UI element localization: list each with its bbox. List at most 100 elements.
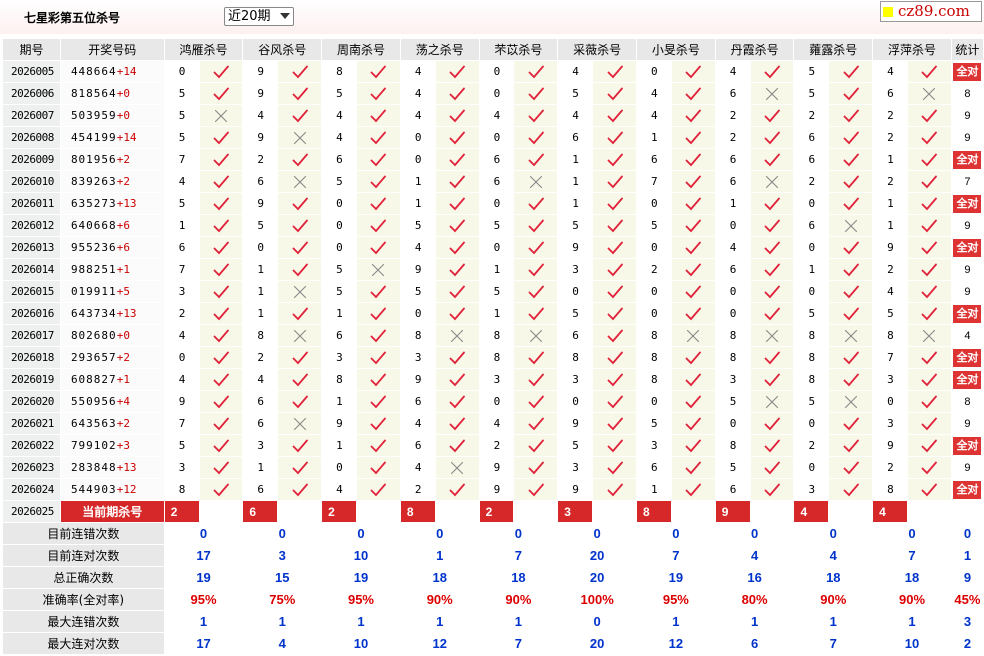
- current-kill-number: 6: [242, 500, 279, 523]
- result-mark-cell: [670, 478, 716, 501]
- result-mark-cell: [907, 236, 952, 259]
- kill-number-cell: 0: [714, 214, 751, 237]
- check-icon: [213, 175, 229, 188]
- result-mark-cell: [907, 368, 952, 391]
- kill-number-cell: 4: [399, 412, 436, 435]
- stat-cell: 全对: [950, 302, 984, 325]
- check-icon: [764, 263, 780, 276]
- check-icon: [528, 461, 544, 474]
- stats-value: 0: [557, 610, 637, 633]
- kill-number-cell: 5: [242, 214, 279, 237]
- check-icon: [922, 131, 938, 144]
- check-icon: [607, 175, 623, 188]
- stat-cell: 9: [950, 104, 984, 127]
- current-kill-number: 3: [557, 500, 594, 523]
- kill-number-cell: 3: [793, 478, 830, 501]
- stats-row: 最大连错次数 1 1 1 1 1 0 1 1 1 1 3: [2, 610, 984, 633]
- kill-number-cell: 1: [163, 214, 200, 237]
- result-mark-cell: [670, 390, 716, 413]
- draw-number-cell: 802680+0: [59, 324, 165, 347]
- result-mark-cell: [356, 324, 401, 347]
- stats-value: 90%: [478, 588, 559, 611]
- draw-number-cell: 988251+1: [59, 258, 165, 281]
- current-kill-number: 8: [399, 500, 436, 523]
- kill-number-cell: 7: [163, 148, 200, 171]
- check-icon: [607, 241, 623, 254]
- table-row: 2026006 818564+0 5 9 5 4 0 5 4 6 5 6 8: [2, 82, 984, 105]
- result-mark-cell: [670, 148, 716, 171]
- result-mark-cell: [828, 192, 874, 215]
- check-icon: [922, 461, 938, 474]
- period-cell: 2026006: [2, 82, 61, 105]
- site-logo[interactable]: cz89.com: [880, 1, 982, 22]
- check-icon: [685, 439, 702, 452]
- check-icon: [607, 483, 623, 496]
- result-mark-cell: [749, 126, 795, 149]
- period-cell: 2026005: [2, 60, 61, 83]
- draw-digits: 448664: [70, 65, 117, 78]
- stats-value: 1: [793, 610, 874, 633]
- kill-number-cell: 6: [636, 148, 672, 171]
- check-icon: [685, 241, 702, 254]
- period-select[interactable]: 近20期: [224, 7, 294, 26]
- check-icon: [213, 219, 229, 232]
- table-row: 2026009 801956+2 7 2 6 0 6 1 6 6 6 1 全对: [2, 148, 984, 171]
- draw-digits: 503959: [70, 109, 117, 122]
- stats-value: 1: [399, 544, 480, 567]
- result-mark-cell: [592, 192, 637, 215]
- result-mark-cell: [356, 390, 401, 413]
- kill-number-cell: 1: [557, 170, 594, 193]
- kill-number-cell: 9: [872, 236, 909, 259]
- result-mark-cell: [749, 258, 795, 281]
- current-blank-cell: [356, 500, 401, 523]
- result-mark-cell: [907, 82, 952, 105]
- column-header-expert: 芣苡杀号: [478, 38, 559, 61]
- stats-value: 19: [163, 566, 244, 589]
- stats-value: 7: [478, 544, 559, 567]
- kill-number-cell: 8: [636, 324, 672, 347]
- draw-number-cell: 550956+4: [59, 390, 165, 413]
- kill-number-cell: 5: [163, 126, 200, 149]
- stats-value: 18: [793, 566, 874, 589]
- result-mark-cell: [670, 126, 716, 149]
- result-mark-cell: [749, 346, 795, 369]
- check-icon: [449, 109, 466, 122]
- result-mark-cell: [198, 60, 244, 83]
- check-icon: [685, 395, 702, 408]
- draw-digits: 640668: [70, 219, 117, 232]
- kill-number-cell: 9: [163, 390, 200, 413]
- table-row: 2026016 643734+13 2 1 1 0 1 5 0 0 5 5 全对: [2, 302, 984, 325]
- column-header-expert: 周南杀号: [321, 38, 401, 61]
- result-mark-cell: [907, 456, 952, 479]
- check-icon: [371, 439, 387, 452]
- check-icon: [371, 285, 387, 298]
- check-icon: [607, 197, 623, 210]
- result-mark-cell: [198, 170, 244, 193]
- stat-cell: 全对: [950, 192, 984, 215]
- kill-number-cell: 3: [242, 434, 279, 457]
- result-mark-cell: [670, 214, 716, 237]
- result-mark-cell: [907, 192, 952, 215]
- column-header-draw: 开奖号码: [59, 38, 165, 61]
- draw-digits: 293657: [70, 351, 117, 364]
- result-mark-cell: [907, 148, 952, 171]
- stats-value: 1: [478, 610, 559, 633]
- table-row: 2026010 839263+2 4 6 5 1 6 1 7 6 2 2 7: [2, 170, 984, 193]
- result-mark-cell: [198, 324, 244, 347]
- kill-number-cell: 5: [714, 390, 751, 413]
- stats-value: 0: [321, 522, 401, 545]
- result-mark-cell: [749, 434, 795, 457]
- kill-number-cell: 1: [636, 478, 672, 501]
- check-icon: [607, 395, 623, 408]
- result-mark-cell: [907, 214, 952, 237]
- cross-icon: [293, 175, 306, 188]
- kill-number-cell: 5: [399, 214, 436, 237]
- result-mark-cell: [198, 368, 244, 391]
- kill-number-cell: 6: [163, 236, 200, 259]
- check-icon: [607, 351, 623, 364]
- result-mark-cell: [592, 346, 637, 369]
- period-cell: 2026017: [2, 324, 61, 347]
- draw-digits: 839263: [70, 175, 117, 188]
- check-icon: [764, 65, 780, 78]
- check-icon: [528, 395, 544, 408]
